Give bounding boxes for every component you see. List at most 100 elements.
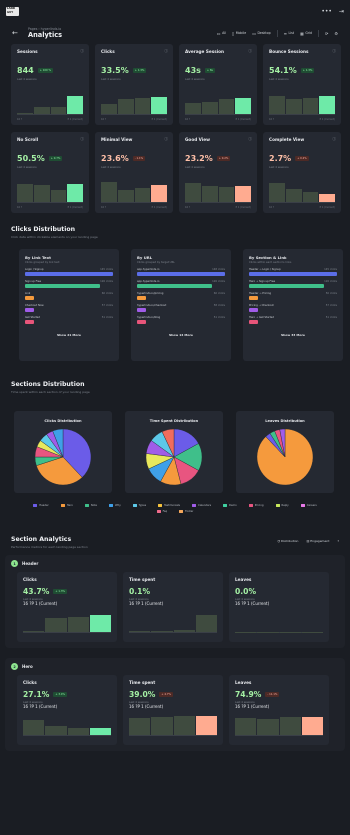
legend-item[interactable]: Header [33,504,49,507]
trend-bar [302,192,319,202]
trend-bar [269,183,285,202]
pie-chart[interactable] [144,427,204,487]
section-metric-card[interactable]: Leaves 74.9% - 11.1% Last 4 sessions 16 … [229,675,329,745]
metric-label: Leaves [235,577,252,582]
metric-card[interactable]: Bounce Sessions ⓘ 54.1% + 1.3% Last 4 se… [263,44,341,125]
legend-item[interactable]: Faq [156,510,168,513]
clicks-row[interactable]: Header → Login / Signup 145 clicks [249,268,337,276]
refresh-button[interactable]: ⟳ [325,31,328,36]
clicks-row[interactable]: Get Started 51 clicks [25,316,113,324]
grid-icon: ▦ [300,30,304,36]
metric-card[interactable]: Average Session ⓘ 43s + 8s Last 4 sessio… [179,44,257,125]
section-metric-card[interactable]: Time spent 39.0% + 4.7% Last 4 sessions … [123,675,223,745]
more-icon[interactable]: ••• [321,8,332,15]
metric-card[interactable]: Clicks ⓘ 33.5% + 1.3% Last 4 sessions 16… [95,44,173,125]
clicks-row[interactable]: Checkout Now 57 clicks [25,304,113,312]
legend-label: Types [138,504,147,507]
trend-bar [302,98,319,114]
row-value: 50 clicks [325,292,337,295]
metric-card[interactable]: No Scroll ⓘ 50.5% + 0.7% Last 4 sessions… [11,132,89,213]
clicks-row[interactable]: Header → Pricing 50 clicks [249,292,337,300]
info-icon[interactable]: ⓘ [80,137,84,142]
legend-item[interactable]: Why [109,504,121,507]
show-more-button[interactable]: Show 14 More [137,333,225,337]
clicks-row[interactable]: hyperlinds.io/blog 51 clicks [137,316,225,324]
clicks-row[interactable]: Login / Signup 145 clicks [25,268,113,276]
legend-item[interactable]: Note [84,504,97,507]
metric-card[interactable]: Minimal View ⓘ 23.6% - 1.1% Last 4 sessi… [95,132,173,213]
info-icon[interactable]: ⓘ [80,49,84,54]
back-arrow-icon[interactable]: ← [12,29,28,37]
legend-item[interactable]: Hero [60,504,73,507]
row-value: 57 clicks [101,304,113,307]
metric-label: Complete View [269,137,305,142]
clicks-row[interactable]: app.hyperlinds.io 126 clicks [137,280,225,288]
metric-card[interactable]: Good View ⓘ 23.2% + 0.2% Last 4 sessions… [179,132,257,213]
pie-chart[interactable] [33,427,93,487]
settings-button[interactable]: ⚙ [334,31,338,36]
row-bar [137,272,225,276]
legend-label: Faq [162,510,168,513]
metric-label: Time spent [129,577,156,582]
view-list-button[interactable]: ≡ List [284,31,294,36]
engagement-button[interactable]: ▥ Engagement [306,539,329,543]
section-metric-card[interactable]: Leaves 0.0% Last 4 sessions 16 ?P 1 (Cur… [229,572,329,642]
pie-chart[interactable] [255,427,315,487]
clicks-row[interactable]: app.hyperlinds.io 148 clicks [137,268,225,276]
filter-desktop-button[interactable]: ▭ Desktop [252,31,270,36]
mobile-icon: ▯ [232,30,235,36]
show-more-button[interactable]: Show 33 More [249,333,337,337]
section-metric-card[interactable]: Clicks 27.1% + 3.4% Last 4 sessions 16 ?… [17,675,117,745]
legend-swatch [84,504,89,507]
row-value: 145 clicks [324,268,337,271]
clicks-row[interactable]: Sign up Free 126 clicks [25,280,113,288]
filter-mobile-button[interactable]: ▯ Mobile [232,31,246,36]
legend-swatch [223,504,228,507]
legend-item[interactable]: Types [132,504,147,507]
trend-bar [218,186,235,202]
info-icon[interactable]: ⓘ [248,137,252,142]
info-icon[interactable]: ⓘ [164,137,168,142]
info-icon[interactable]: ⓘ [248,49,252,54]
change-badge: + 0.2% [216,156,231,161]
help-icon[interactable]: ? [337,539,339,543]
legend-item[interactable]: Demo [223,504,237,507]
legend-item[interactable]: Reply [275,504,289,507]
desktop-icon: ▭ [252,30,256,36]
metric-card[interactable]: Sessions ⓘ 844 + 100 % Last 4 sessions 1… [11,44,89,125]
legend-item[interactable]: Testimonials [158,504,180,507]
legend-item[interactable]: Careers [300,504,317,507]
clicks-card-title: By Section & Link [249,255,287,260]
info-icon[interactable]: ⓘ [164,49,168,54]
clicks-row[interactable]: Pricing → Checkout 57 clicks [249,304,337,312]
trend-bar [117,98,134,114]
logout-icon[interactable]: ⇥ [339,8,344,15]
row-label: app.hyperlinds.io [137,280,160,283]
filter-all-button[interactable]: ▭ All [217,31,226,36]
distribution-button[interactable]: ◔ Distribution [277,539,298,543]
view-grid-button[interactable]: ▦ Grid [300,31,312,36]
info-icon[interactable]: ⓘ [332,137,336,142]
clicks-row[interactable]: hyperlinds.io/checkout 58 clicks [137,304,225,312]
legend-item[interactable]: Calendars [192,504,211,507]
clicks-row[interactable]: Hero → Get Started 51 clicks [249,316,337,324]
legend-item[interactable]: Pricing [248,504,264,507]
show-more-button[interactable]: Show 21 More [25,333,113,337]
clicks-row[interactable]: hyperlinds.io/pricing 60 clicks [137,292,225,300]
clicks-row[interactable]: Hero → Sign up Free 126 clicks [249,280,337,288]
legend-label: Hero [66,504,73,507]
row-value: 51 clicks [213,316,225,319]
section-metric-card[interactable]: Clicks 43.7% + 1.3% Last 4 sessions 16 ?… [17,572,117,642]
info-icon[interactable]: ⓘ [332,49,336,54]
row-bar [25,296,34,300]
clicks-row[interactable]: Link 60 clicks [25,292,113,300]
pie-title: Clicks Distribution [44,419,82,423]
legend-item[interactable]: Footer [179,510,193,513]
metric-card[interactable]: Complete View ⓘ 2.7% + 0.2% Last 4 sessi… [263,132,341,213]
trend-bar [151,631,173,632]
metric-label: No Scroll [17,137,39,142]
metric-label: Clicks [101,49,115,54]
metric-label: Sessions [17,49,38,54]
section-metric-card[interactable]: Time spent 0.1% Last 4 sessions 16 ?P 1 … [123,572,223,642]
metric-label: Minimal View [101,137,133,142]
